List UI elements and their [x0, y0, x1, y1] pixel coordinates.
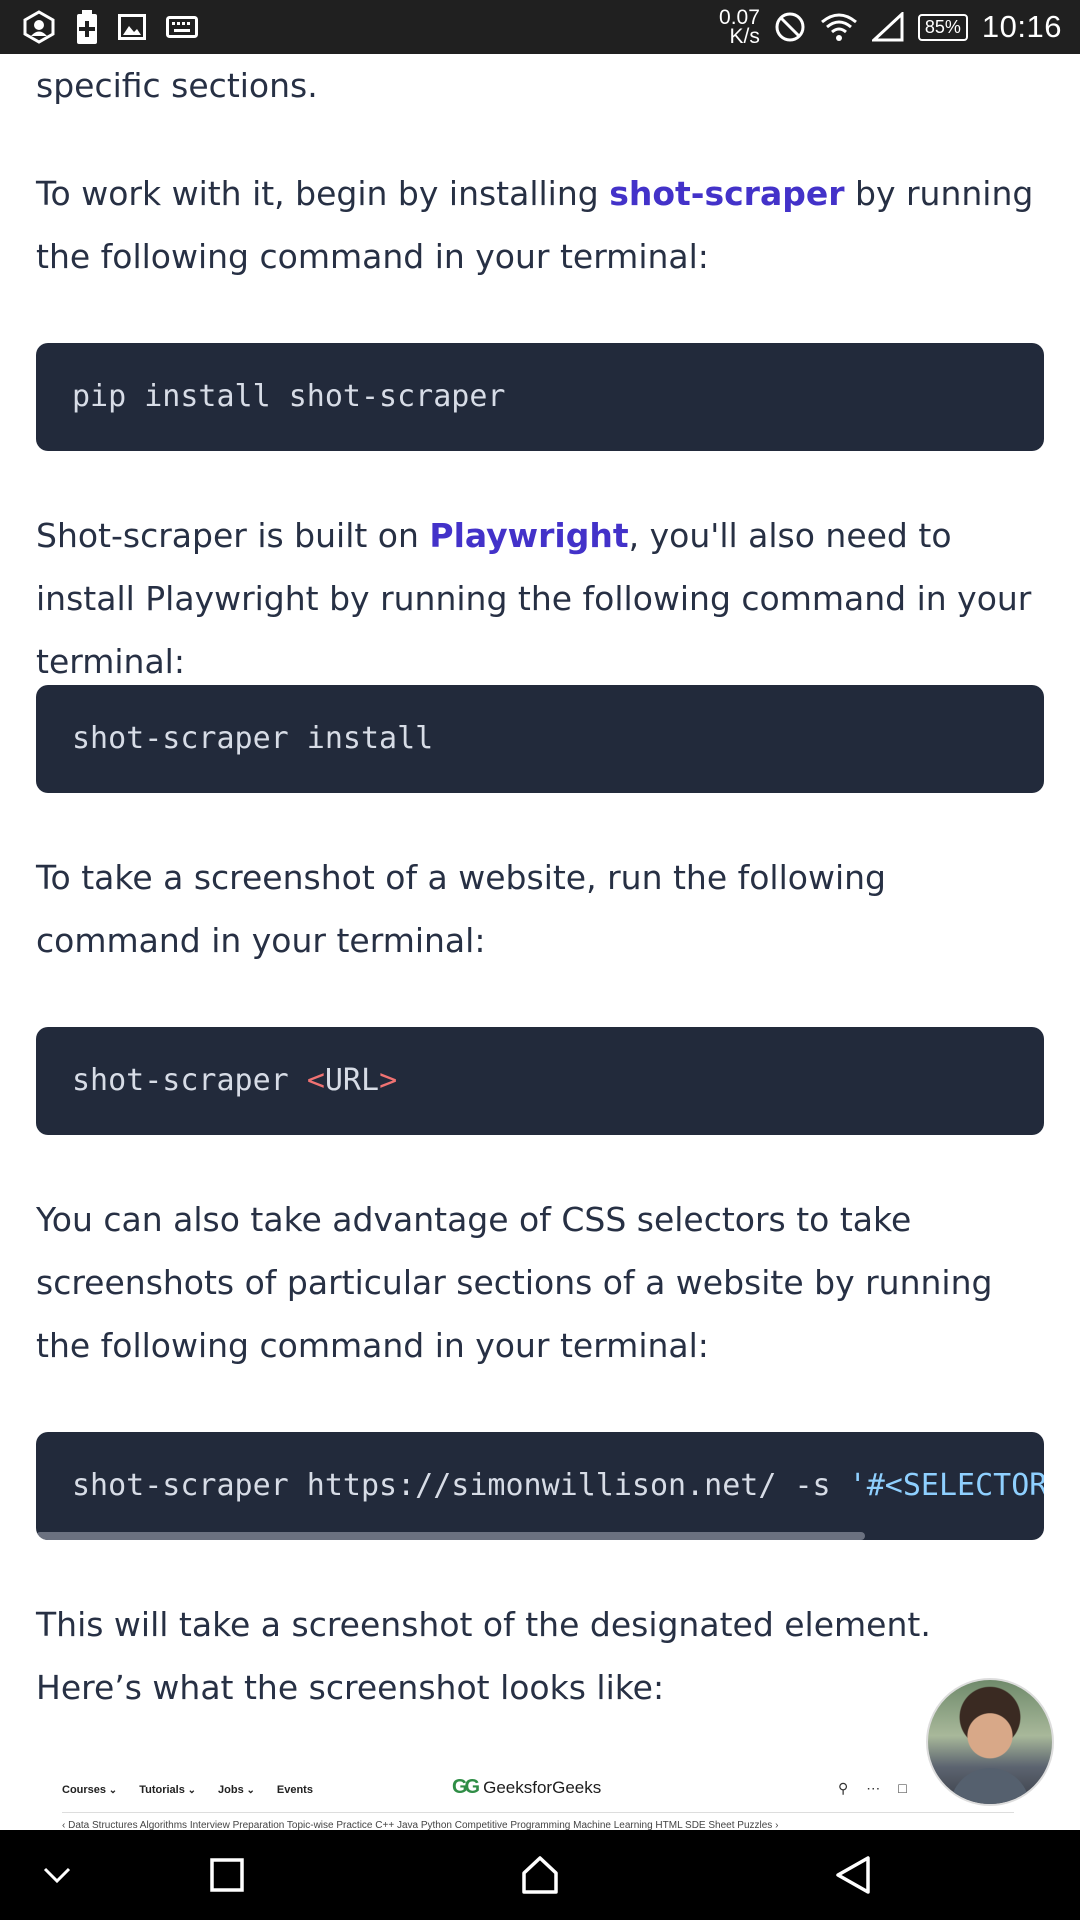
- paragraph-text: specific sections.: [36, 66, 318, 105]
- collapse-button[interactable]: [12, 1830, 102, 1920]
- square-icon: [210, 1858, 244, 1892]
- status-bar: 0.07 K/s 85% 10:16: [0, 0, 1080, 54]
- paragraph-text: Shot-scraper is built on: [36, 516, 430, 555]
- home-button[interactable]: [495, 1830, 585, 1920]
- do-not-disturb-icon: [774, 11, 806, 43]
- image-icon: [118, 14, 146, 40]
- code-string: '#<SELECTOR>': [848, 1468, 1044, 1503]
- divider: [62, 1812, 1014, 1813]
- apps-grid-icon: ⋯: [866, 1780, 881, 1796]
- clock: 10:16: [981, 9, 1062, 44]
- logo-mark: GG: [452, 1776, 480, 1798]
- code-angle-open: <: [306, 1063, 325, 1098]
- network-speed: 0.07 K/s: [719, 7, 760, 48]
- preview-nav-item: Tutorials: [139, 1784, 196, 1796]
- paragraph-screenshot: To take a screenshot of a website, run t…: [36, 846, 1046, 972]
- code-block-pip-install[interactable]: pip install shot-scraper: [36, 343, 1044, 451]
- shot-scraper-link[interactable]: shot-scraper: [609, 174, 844, 213]
- translate-icon: □: [898, 1780, 907, 1796]
- preview-nav-item: Jobs: [218, 1784, 255, 1796]
- paragraph-text: To take a screenshot of a website, run t…: [36, 858, 886, 960]
- chevron-down-icon: [43, 1867, 71, 1884]
- network-speed-unit: K/s: [729, 25, 760, 48]
- paragraph-result: This will take a screenshot of the desig…: [36, 1593, 1046, 1719]
- code-line: pip install shot-scraper: [72, 379, 506, 414]
- paragraph-text: To work with it, begin by installing: [36, 174, 610, 213]
- preview-icons: ⚲ ⋯ □: [838, 1780, 907, 1797]
- paragraph-text: This will take a screenshot of the desig…: [36, 1605, 931, 1707]
- status-left-icons: [22, 9, 198, 45]
- preview-nav-item: Events: [276, 1784, 313, 1796]
- preview-nav-item: Courses: [62, 1784, 117, 1796]
- code-line: shot-scraper <URL>: [72, 1027, 397, 1135]
- code-line: shot-scraper https://simonwillison.net/ …: [72, 1432, 1044, 1540]
- preview-sub-nav: ‹ Data Structures Algorithms Interview P…: [62, 1820, 779, 1830]
- back-triangle-icon: [836, 1856, 870, 1894]
- recents-button[interactable]: [182, 1830, 272, 1920]
- author-avatar[interactable]: [926, 1678, 1054, 1806]
- status-right-area: 0.07 K/s 85% 10:16: [719, 0, 1062, 54]
- code-line: shot-scraper install: [72, 721, 434, 756]
- code-argument: URL: [324, 1063, 380, 1098]
- keyboard-icon: [166, 16, 198, 38]
- logo-text: GeeksforGeeks: [483, 1777, 602, 1797]
- paragraph-text: You can also take advantage of CSS selec…: [36, 1200, 993, 1365]
- code-angle-close: >: [379, 1063, 398, 1098]
- search-icon: ⚲: [838, 1780, 849, 1796]
- code-block-install[interactable]: shot-scraper install: [36, 685, 1044, 793]
- horizontal-scrollbar[interactable]: [36, 1532, 865, 1540]
- wifi-icon: [820, 12, 858, 42]
- app-notification-icon: [22, 10, 56, 44]
- battery-saver-icon: [76, 10, 98, 44]
- back-button[interactable]: [808, 1830, 898, 1920]
- paragraph-css-selectors: You can also take advantage of CSS selec…: [36, 1188, 1046, 1377]
- avatar-shirt: [950, 1768, 1030, 1804]
- code-block-url[interactable]: shot-scraper <URL>: [36, 1027, 1044, 1135]
- system-navigation-bar: [0, 1830, 1080, 1920]
- playwright-link[interactable]: Playwright: [429, 516, 628, 555]
- code-command: shot-scraper https://simonwillison.net/ …: [72, 1468, 849, 1503]
- preview-nav: Courses Tutorials Jobs Events: [62, 1784, 313, 1796]
- geeksforgeeks-logo: GG GeeksforGeeks: [452, 1776, 601, 1799]
- home-icon: [522, 1856, 558, 1894]
- battery-indicator: 85%: [917, 13, 968, 41]
- signal-icon: [871, 12, 904, 42]
- paragraph-playwright: Shot-scraper is built on Playwright, you…: [36, 504, 1046, 693]
- code-command: shot-scraper: [72, 1063, 307, 1098]
- example-screenshot-image: Courses Tutorials Jobs Events GG Geeksfo…: [30, 1756, 1044, 1830]
- paragraph-install: To work with it, begin by installing sho…: [36, 162, 1046, 288]
- paragraph-intro-tail: specific sections.: [36, 54, 1046, 117]
- code-block-selector[interactable]: shot-scraper https://simonwillison.net/ …: [36, 1432, 1044, 1540]
